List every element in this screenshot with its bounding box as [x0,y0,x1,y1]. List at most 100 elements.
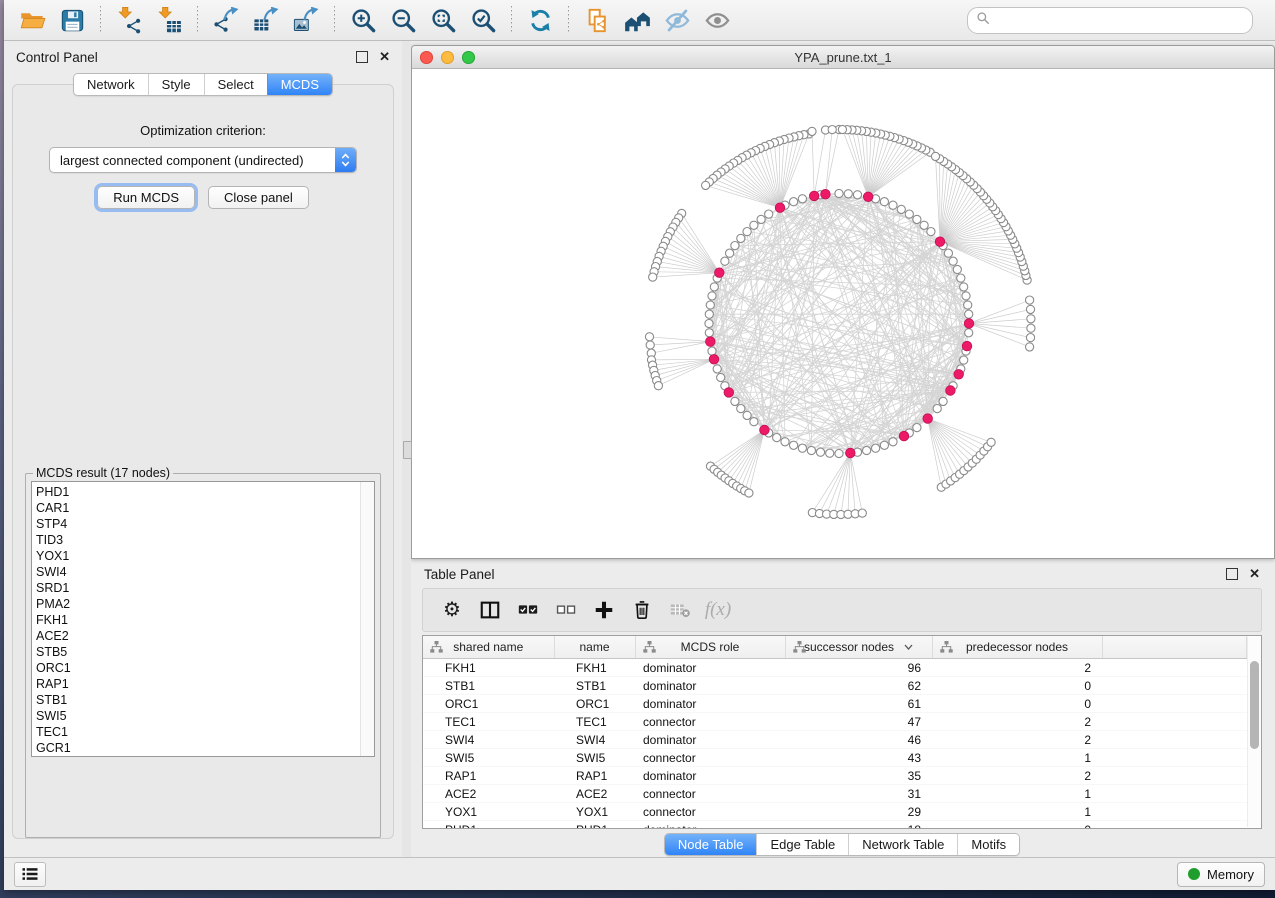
table-cell[interactable]: connector [635,713,785,731]
table-cell[interactable]: 18 [785,821,932,830]
table-cell[interactable]: dominator [635,695,785,713]
task-history-button[interactable] [14,862,46,887]
export-image-button[interactable] [288,4,324,36]
import-network-button[interactable] [111,4,147,36]
mcds-result-item[interactable]: ACE2 [36,628,374,644]
tab-network-table[interactable]: Network Table [848,834,957,855]
table-cell[interactable]: 35 [785,767,932,785]
table-row[interactable]: ACE2ACE2connector311 [423,785,1247,803]
add-column-button[interactable] [585,593,623,627]
table-cell[interactable]: 1 [932,785,1102,803]
float-table-panel-icon[interactable] [1226,568,1238,580]
table-cell[interactable]: SWI4 [554,731,635,749]
table-cell[interactable]: 1 [932,749,1102,767]
table-cell[interactable]: 2 [932,713,1102,731]
hide-selection-button[interactable] [659,4,695,36]
table-cell[interactable]: 2 [932,767,1102,785]
table-cell[interactable]: PHD1 [554,821,635,830]
export-table-button[interactable] [248,4,284,36]
mcds-result-item[interactable]: STB1 [36,692,374,708]
tab-style[interactable]: Style [148,74,204,95]
run-mcds-button[interactable]: Run MCDS [97,186,195,209]
close-table-panel-icon[interactable]: ✕ [1249,569,1260,579]
table-row[interactable]: TEC1TEC1connector472 [423,713,1247,731]
column-header-predecessor-nodes[interactable]: predecessor nodes [932,636,1102,659]
table-row[interactable]: SWI5SWI5connector431 [423,749,1247,767]
mcds-result-item[interactable]: SRD1 [36,580,374,596]
panel-divider[interactable] [402,41,411,857]
mcds-result-item[interactable]: PMA2 [36,596,374,612]
table-cell[interactable]: dominator [635,659,785,677]
table-scrollbar-thumb[interactable] [1250,661,1259,749]
mcds-result-item[interactable]: ORC1 [36,660,374,676]
window-minimize-icon[interactable] [441,51,454,64]
refresh-button[interactable] [522,4,558,36]
table-cell[interactable]: STB1 [423,677,554,695]
search-input[interactable] [996,12,1244,29]
close-panel-button[interactable]: Close panel [208,186,309,209]
table-cell[interactable]: 2 [932,731,1102,749]
float-panel-icon[interactable] [356,51,368,63]
table-cell[interactable]: dominator [635,767,785,785]
table-row[interactable]: SWI4SWI4dominator462 [423,731,1247,749]
zoom-in-button[interactable] [345,4,381,36]
table-cell[interactable]: connector [635,785,785,803]
table-cell[interactable]: 43 [785,749,932,767]
table-cell[interactable]: FKH1 [554,659,635,677]
table-cell[interactable]: YOX1 [423,803,554,821]
delete-column-button[interactable] [623,593,661,627]
search-box[interactable] [967,7,1253,34]
table-cell[interactable]: ACE2 [554,785,635,803]
network-window-titlebar[interactable]: YPA_prune.txt_1 [412,46,1274,69]
table-cell[interactable]: dominator [635,677,785,695]
new-network-from-selection-button[interactable] [579,4,615,36]
table-row[interactable]: PHD1PHD1dominator180 [423,821,1247,830]
mcds-result-item[interactable]: YOX1 [36,548,374,564]
mcds-result-item[interactable]: CAR1 [36,500,374,516]
table-row[interactable]: FKH1FKH1dominator962 [423,659,1247,677]
zoom-fit-button[interactable] [425,4,461,36]
tab-mcds[interactable]: MCDS [267,74,332,95]
table-cell[interactable]: 0 [932,695,1102,713]
table-cell[interactable]: PHD1 [423,821,554,830]
table-cell[interactable]: 29 [785,803,932,821]
mcds-result-item[interactable]: TID3 [36,532,374,548]
table-cell[interactable]: ORC1 [554,695,635,713]
column-header-successor-nodes[interactable]: successor nodes [785,636,932,659]
table-row[interactable]: RAP1RAP1dominator352 [423,767,1247,785]
table-cell[interactable]: 96 [785,659,932,677]
tab-motifs[interactable]: Motifs [957,834,1019,855]
first-neighbors-button[interactable] [619,4,655,36]
table-cell[interactable]: YOX1 [554,803,635,821]
table-row[interactable]: STB1STB1dominator620 [423,677,1247,695]
mcds-result-item[interactable]: GCR1 [36,740,374,756]
table-cell[interactable]: dominator [635,821,785,830]
save-button[interactable] [54,4,90,36]
list-scrollbar[interactable] [360,482,374,756]
network-canvas[interactable] [412,69,1274,558]
table-cell[interactable]: TEC1 [423,713,554,731]
open-button[interactable] [14,4,50,36]
table-cell[interactable]: ORC1 [423,695,554,713]
deselect-all-checkboxes-button[interactable] [547,593,585,627]
mcds-result-item[interactable]: SWI4 [36,564,374,580]
mcds-result-item[interactable]: FKH1 [36,612,374,628]
zoom-out-button[interactable] [385,4,421,36]
table-cell[interactable]: 47 [785,713,932,731]
table-cell[interactable]: RAP1 [423,767,554,785]
mcds-result-item[interactable]: RAP1 [36,676,374,692]
export-network-button[interactable] [208,4,244,36]
tab-select[interactable]: Select [204,74,267,95]
table-cell[interactable]: 62 [785,677,932,695]
close-panel-icon[interactable]: ✕ [379,52,390,62]
table-scrollbar[interactable] [1247,637,1261,827]
settings-button[interactable]: ⚙ [433,593,471,627]
table-row[interactable]: YOX1YOX1connector291 [423,803,1247,821]
column-header-shared-name[interactable]: shared name [423,636,554,659]
table-cell[interactable]: ACE2 [423,785,554,803]
table-cell[interactable]: SWI5 [423,749,554,767]
show-all-button[interactable] [699,4,735,36]
mcds-result-item[interactable]: STP4 [36,516,374,532]
tab-node-table[interactable]: Node Table [665,834,757,855]
columns-button[interactable] [471,593,509,627]
